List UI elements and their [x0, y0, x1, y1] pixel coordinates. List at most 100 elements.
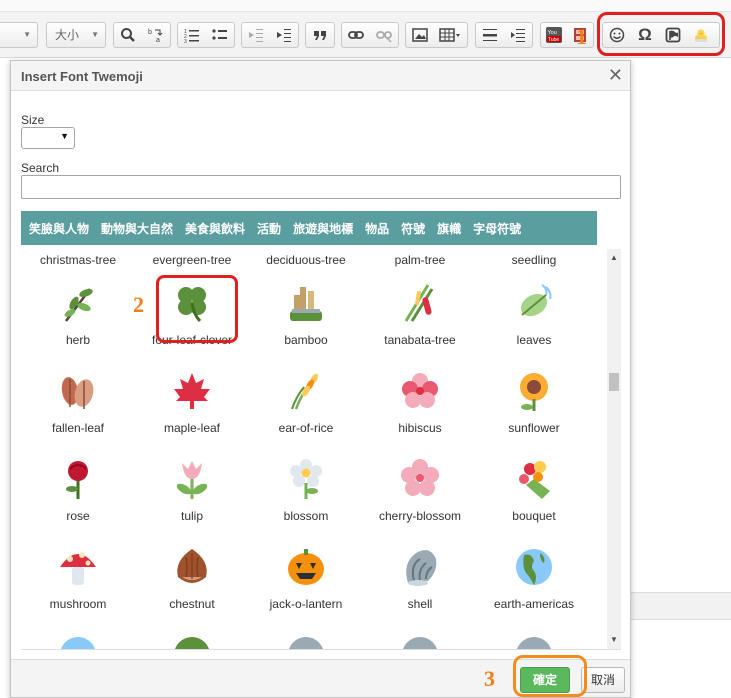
blockquote-button[interactable] — [306, 23, 334, 47]
youtube-icon: YouTube — [546, 27, 562, 43]
find-group: ba — [113, 22, 171, 48]
step-2-label: 2 — [133, 292, 144, 317]
close-icon[interactable]: ✕ — [608, 65, 623, 86]
emoji-cell[interactable]: tulip — [135, 453, 249, 541]
emoji-row: fallen-leaf maple-leaf ear-of-rice hibiscus… — [21, 365, 591, 453]
category-tab[interactable]: 活動 — [251, 220, 287, 237]
link-button[interactable] — [342, 23, 370, 47]
emoji-cell[interactable]: bouquet — [477, 453, 591, 541]
blossom-icon — [284, 457, 328, 501]
jack-o-lantern-icon — [284, 545, 328, 589]
emoji-icon — [512, 633, 556, 649]
selected-emoji-highlight — [156, 275, 238, 343]
emoji-cell[interactable]: maple-leaf — [135, 365, 249, 453]
image-button[interactable] — [406, 23, 434, 47]
tanabata-tree-icon — [398, 281, 442, 325]
youtube-button[interactable]: You Tube — [541, 23, 567, 47]
unlink-icon — [376, 31, 392, 43]
emoji-cell[interactable]: cherry-blossom — [363, 453, 477, 541]
font-select[interactable]: ▼ — [0, 22, 38, 48]
category-tab[interactable]: 字母符號 — [467, 220, 527, 237]
link-group — [341, 22, 399, 48]
editor-toolbar: ▼ 大小 ▼ ba 123 You Tube Ω — [0, 0, 731, 58]
emoji-cell[interactable]: bamboo — [249, 277, 363, 365]
emoji-cell[interactable]: earth-americas — [477, 541, 591, 629]
emoji-row-partial — [21, 629, 591, 649]
pagebreak-button[interactable] — [504, 23, 532, 47]
emoji-label: tanabata-tree — [384, 333, 456, 347]
emoji-cell[interactable]: jack-o-lantern — [249, 541, 363, 629]
link-icon — [348, 31, 364, 39]
search-input[interactable] — [21, 175, 621, 199]
quote-group — [305, 22, 335, 48]
emoji-cell[interactable]: blossom — [249, 453, 363, 541]
emoji-cell[interactable]: mushroom — [21, 541, 135, 629]
numbered-list-button[interactable]: 123 — [178, 23, 206, 47]
emoji-cell[interactable]: chestnut — [135, 541, 249, 629]
emoji-label: tulip — [180, 509, 203, 523]
emoji-cell[interactable] — [21, 629, 135, 649]
indent-group — [241, 22, 299, 48]
table-button[interactable] — [434, 23, 467, 47]
bullet-list-button[interactable] — [206, 23, 234, 47]
step-1-label: 1 — [576, 24, 587, 49]
outdent-button[interactable] — [242, 23, 270, 47]
indent-icon — [277, 29, 291, 42]
size-dropdown[interactable]: ▼ — [21, 127, 75, 149]
emoji-grid-scrollbar[interactable]: ▲ ▼ — [607, 249, 621, 649]
category-tab[interactable]: 旗幟 — [431, 220, 467, 237]
category-tab[interactable]: 笑臉與人物 — [21, 220, 95, 237]
emoji-cell[interactable] — [477, 629, 591, 649]
category-tab[interactable]: 符號 — [395, 220, 431, 237]
emoji-cell[interactable]: sunflower — [477, 365, 591, 453]
emoji-cell[interactable]: hibiscus — [363, 365, 477, 453]
chestnut-icon — [170, 545, 214, 589]
emoji-cell[interactable]: shell — [363, 541, 477, 629]
insert-group — [405, 22, 468, 48]
emoji-label: chestnut — [169, 597, 215, 611]
size-select[interactable]: 大小 ▼ — [46, 22, 106, 48]
horizontal-rule-button[interactable] — [476, 23, 504, 47]
svg-text:b: b — [148, 29, 152, 36]
step-3-label: 3 — [484, 666, 495, 691]
scrollbar-thumb[interactable] — [609, 373, 619, 391]
svg-text:You: You — [548, 30, 557, 36]
emoji-label: hibiscus — [398, 421, 442, 435]
editor-background-strip — [631, 592, 731, 620]
toolbar-highlight-box — [597, 12, 725, 56]
size-select-value: 大小 — [55, 28, 80, 42]
emoji-cell[interactable]: leaves — [477, 277, 591, 365]
category-tab[interactable]: 美食與飲料 — [179, 220, 251, 237]
emoji-label: jack-o-lantern — [269, 597, 343, 611]
scroll-down-icon[interactable]: ▼ — [610, 635, 618, 644]
fallen-leaf-icon — [56, 369, 100, 413]
chevron-down-icon: ▼ — [91, 30, 99, 39]
category-tab[interactable]: 物品 — [359, 220, 395, 237]
category-tab[interactable]: 動物與大自然 — [95, 220, 179, 237]
indent-button[interactable] — [270, 23, 298, 47]
scroll-up-icon[interactable]: ▲ — [610, 253, 618, 262]
emoji-cell[interactable]: rose — [21, 453, 135, 541]
pagebreak-icon — [511, 29, 525, 42]
unlink-button[interactable] — [370, 23, 398, 47]
emoji-row: mushroom chestnut jack-o-lantern shell earth… — [21, 541, 591, 629]
emoji-cell[interactable] — [249, 629, 363, 649]
table-icon — [439, 28, 461, 42]
emoji-cell[interactable] — [135, 629, 249, 649]
earth-americas-icon — [512, 545, 556, 589]
cancel-button[interactable]: 取消 — [581, 667, 625, 693]
find-button[interactable] — [114, 23, 142, 47]
ok-highlight-box — [513, 655, 587, 697]
emoji-label: bamboo — [284, 333, 328, 347]
emoji-cell[interactable]: herb — [21, 277, 135, 365]
emoji-cell[interactable]: tanabata-tree — [363, 277, 477, 365]
dialog-titlebar: Insert Font Twemoji ✕ — [11, 61, 630, 91]
category-tab[interactable]: 旅遊與地標 — [287, 220, 359, 237]
emoji-cell[interactable] — [363, 629, 477, 649]
emoji-label: earth-americas — [493, 597, 575, 611]
replace-button[interactable]: ba — [142, 23, 170, 47]
emoji-label: maple-leaf — [163, 421, 221, 435]
emoji-cell[interactable]: fallen-leaf — [21, 365, 135, 453]
emoji-cell[interactable]: ear-of-rice — [249, 365, 363, 453]
emoji-row: rose tulip blossom cherry-blossom bouquet — [21, 453, 591, 541]
